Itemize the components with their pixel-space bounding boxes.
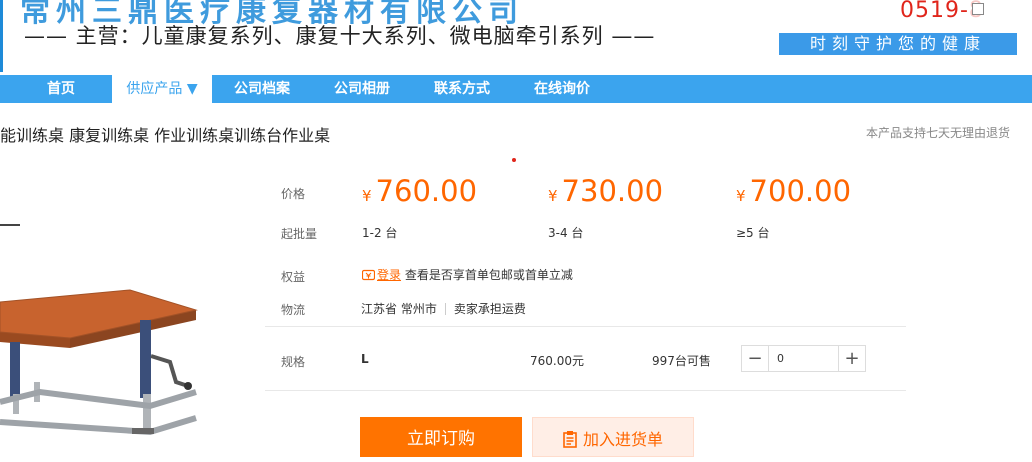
moq-label: 起批量 [281, 227, 318, 241]
decrease-button[interactable]: − [742, 346, 769, 371]
training-table-illustration [0, 289, 198, 436]
currency-symbol: ¥ [362, 187, 372, 205]
order-now-button[interactable]: 立即订购 [360, 417, 522, 457]
benefits-row: 登录 查看是否享首单包邮或首单立减 [362, 266, 573, 283]
nav-company-profile[interactable]: 公司档案 [222, 75, 302, 103]
product-image[interactable] [0, 282, 215, 445]
qty-tier-1: 1-2 台 [362, 226, 398, 240]
tagline: 时刻守护您的健康 [779, 33, 1017, 55]
banner-accent-line [0, 0, 3, 72]
decorative-dot [512, 158, 516, 162]
nav-contact[interactable]: 联系方式 [422, 75, 502, 103]
quantity-stepper: − + [741, 345, 866, 372]
qty-tier-3: ≥5 台 [736, 226, 770, 240]
return-policy-note: 本产品支持七天无理由退货 [865, 126, 1010, 140]
benefits-label: 权益 [281, 270, 306, 284]
nav-products[interactable]: 供应产品 ▼ [112, 75, 212, 103]
qty-tier-2: 3-4 台 [548, 226, 584, 240]
quantity-input[interactable] [769, 346, 839, 371]
divider [444, 303, 446, 315]
nav-home[interactable]: 首页 [25, 75, 97, 103]
price-value: 760.00 [375, 174, 478, 208]
price-label: 价格 [281, 187, 306, 201]
add-to-cart-button[interactable]: 加入进货单 [532, 417, 694, 457]
header-banner: 常州三鼎医疗康复器材有限公司 —— 主营：儿童康复系列、康复十大系列、微电脑牵引… [0, 0, 1032, 72]
nav-company-album[interactable]: 公司相册 [322, 75, 402, 103]
shipping-fee-note: 卖家承担运费 [453, 302, 526, 316]
currency-symbol: ¥ [548, 187, 558, 205]
price-tier-1: ¥760.00 [362, 174, 477, 208]
login-link[interactable]: 登录 [377, 268, 401, 282]
benefits-text: 查看是否享首单包邮或首单立减 [404, 268, 573, 282]
phone-overlay [968, 0, 1028, 18]
product-title: 能训练桌 康复训练桌 作业训练桌训练台作业桌 [0, 126, 331, 145]
price-value: 730.00 [561, 174, 664, 208]
coupon-icon [362, 269, 375, 281]
spec-price: 760.00元 [530, 354, 584, 368]
logistics-info: 江苏省 常州市 卖家承担运费 [361, 300, 526, 317]
business-slogan: —— 主营：儿童康复系列、康复十大系列、微电脑牵引系列 —— [24, 24, 656, 48]
divider-top [265, 326, 906, 327]
nav-inquiry[interactable]: 在线询价 [522, 75, 602, 103]
currency-symbol: ¥ [736, 187, 746, 205]
add-to-cart-label: 加入进货单 [582, 430, 663, 449]
checkbox-icon [972, 3, 984, 15]
spec-label: 规格 [281, 355, 306, 369]
spec-name: L [361, 352, 369, 366]
divider-bottom [265, 390, 906, 391]
clipboard-icon [563, 431, 577, 448]
price-tier-3: ¥700.00 [736, 174, 851, 208]
main-nav: 首页 供应产品 ▼ 公司档案 公司相册 联系方式 在线询价 [0, 75, 1032, 103]
increase-button[interactable]: + [838, 346, 865, 371]
spec-stock: 997台可售 [652, 354, 711, 368]
price-value: 700.00 [749, 174, 852, 208]
gallery-arrow[interactable] [0, 224, 20, 226]
logistics-label: 物流 [281, 303, 306, 317]
ship-from-location: 江苏省 常州市 [361, 302, 437, 316]
price-tier-2: ¥730.00 [548, 174, 663, 208]
